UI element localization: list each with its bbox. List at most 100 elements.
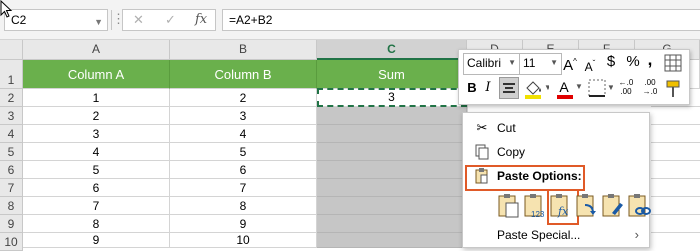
mouse-cursor-icon (0, 0, 13, 18)
cell-b5[interactable]: 5 (170, 143, 317, 161)
cell-a2[interactable]: 1 (23, 89, 170, 107)
cell-b2[interactable]: 2 (170, 89, 317, 107)
cell-c3[interactable] (317, 107, 467, 125)
clipboard-icon (473, 164, 491, 192)
chevron-down-icon[interactable]: ▼ (550, 54, 558, 72)
enter-icon[interactable]: ✓ (165, 12, 176, 28)
cell-a3[interactable]: 2 (23, 107, 170, 125)
row-header[interactable]: 9 (0, 215, 23, 233)
scissors-icon: ✂ (476, 120, 488, 135)
font-name-box[interactable]: Calibri ▼ (463, 53, 520, 75)
format-painter-icon[interactable] (664, 78, 684, 100)
svg-text:123: 123 (531, 210, 545, 219)
cell-a7[interactable]: 6 (23, 179, 170, 197)
cell-b10[interactable]: 10 (170, 233, 317, 248)
cell-c8[interactable] (317, 197, 467, 215)
cell-c4[interactable] (317, 125, 467, 143)
copy-marquee (317, 88, 467, 107)
percent-style-icon[interactable]: % (625, 53, 641, 71)
svg-text:▼: ▼ (544, 83, 549, 92)
grow-letter: A (563, 57, 574, 74)
font-color-letter: A (559, 79, 569, 95)
format-cells-icon[interactable] (664, 54, 682, 72)
row-header[interactable]: 1 (0, 60, 23, 89)
cell-c10[interactable] (317, 233, 467, 248)
font-size-box[interactable]: 11 ▼ (519, 53, 562, 75)
paste-formatting-icon[interactable] (601, 193, 625, 219)
italic-button[interactable]: I (481, 79, 495, 97)
paste-transpose-icon[interactable] (575, 193, 599, 219)
cell-b9[interactable]: 9 (170, 215, 317, 233)
cell-b4[interactable]: 4 (170, 125, 317, 143)
row-header[interactable]: 8 (0, 197, 23, 215)
currency-format-icon[interactable]: $ (603, 53, 619, 71)
cell-c7[interactable] (317, 179, 467, 197)
formula-actions: ✕ ✓ fx (122, 9, 216, 31)
svg-text:▼: ▼ (607, 83, 613, 92)
cell-a5[interactable]: 4 (23, 143, 170, 161)
svg-text:fx: fx (557, 205, 569, 218)
chevron-down-icon[interactable]: ▼ (94, 14, 103, 30)
menu-item-copy[interactable]: Copy (463, 140, 649, 164)
row-header[interactable]: 7 (0, 179, 23, 197)
menu-header-paste-options: Paste Options: (463, 164, 649, 188)
cell-a6[interactable]: 5 (23, 161, 170, 179)
row-header[interactable]: 2 (0, 89, 23, 107)
header-cell-column-b[interactable]: Column B (170, 60, 317, 89)
cell-b3[interactable]: 3 (170, 107, 317, 125)
cell-a8[interactable]: 7 (23, 197, 170, 215)
menu-item-cut[interactable]: ✂ Cut (463, 116, 649, 140)
select-all-corner[interactable] (0, 40, 23, 60)
increase-decimal-icon[interactable]: ←.0.00 (615, 78, 637, 96)
align-center-button[interactable] (499, 77, 519, 99)
paste-options-label: Paste Options: (497, 169, 582, 183)
cell-b7[interactable]: 7 (170, 179, 317, 197)
column-header-b[interactable]: B (170, 40, 317, 60)
row-header[interactable]: 6 (0, 161, 23, 179)
name-box[interactable]: C2 ▼ (4, 9, 108, 31)
borders-icon[interactable]: ▼ (587, 78, 613, 100)
chevron-right-icon: › (634, 227, 639, 242)
cell-c6[interactable] (317, 161, 467, 179)
font-color-icon[interactable]: A ▼ (555, 77, 583, 101)
header-cell-column-a[interactable]: Column A (23, 60, 170, 89)
cell-c9[interactable] (317, 215, 467, 233)
row-header[interactable]: 5 (0, 143, 23, 161)
fill-color-icon[interactable]: ▼ (523, 78, 549, 100)
paste-formulas-icon[interactable]: fx (549, 193, 573, 219)
cut-label: Cut (497, 121, 516, 135)
row-header[interactable]: 3 (0, 107, 23, 125)
menu-item-paste-special[interactable]: Paste Special... › (463, 223, 649, 247)
cell-c5[interactable] (317, 143, 467, 161)
paste-values-icon[interactable]: 123 (523, 193, 547, 219)
font-size-value: 11 (523, 56, 536, 70)
paste-link-icon[interactable] (627, 193, 651, 219)
decrease-decimal-icon[interactable]: .00 →.0 (639, 78, 661, 96)
cell-b6[interactable]: 6 (170, 161, 317, 179)
paste-special-label: Paste Special... (497, 228, 581, 242)
font-name-value: Calibri (467, 56, 502, 70)
cancel-icon[interactable]: ✕ (133, 12, 144, 28)
mini-toolbar: Calibri ▼ 11 ▼ A^ Aˇ $ % , B I ▼ A ▼ ▼ ←… (458, 49, 690, 105)
cell-a9[interactable]: 8 (23, 215, 170, 233)
shrink-letter: A (584, 60, 593, 74)
paste-icon[interactable] (497, 193, 521, 219)
formula-input[interactable]: =A2+B2 (222, 9, 700, 31)
decrease-font-size-icon[interactable]: Aˇ (581, 55, 599, 76)
row-header[interactable]: 4 (0, 125, 23, 143)
gridlines-right (651, 89, 700, 248)
chevron-down-icon[interactable]: ▼ (508, 54, 516, 72)
copy-label: Copy (497, 145, 526, 159)
cell-b8[interactable]: 8 (170, 197, 317, 215)
cell-a4[interactable]: 3 (23, 125, 170, 143)
context-menu: ✂ Cut Copy Paste Options: 123 fx Paste S… (462, 112, 651, 248)
header-cell-sum[interactable]: Sum (317, 60, 467, 89)
column-header-a[interactable]: A (23, 40, 170, 60)
cell-a10[interactable]: 9 (23, 233, 170, 248)
row-header[interactable]: 10 (0, 233, 23, 251)
bold-button[interactable]: B (465, 79, 479, 97)
insert-function-icon[interactable]: fx (195, 12, 207, 27)
column-header-c[interactable]: C (317, 40, 467, 60)
comma-style-icon[interactable]: , (643, 51, 657, 69)
increase-font-size-icon[interactable]: A^ (561, 53, 579, 75)
